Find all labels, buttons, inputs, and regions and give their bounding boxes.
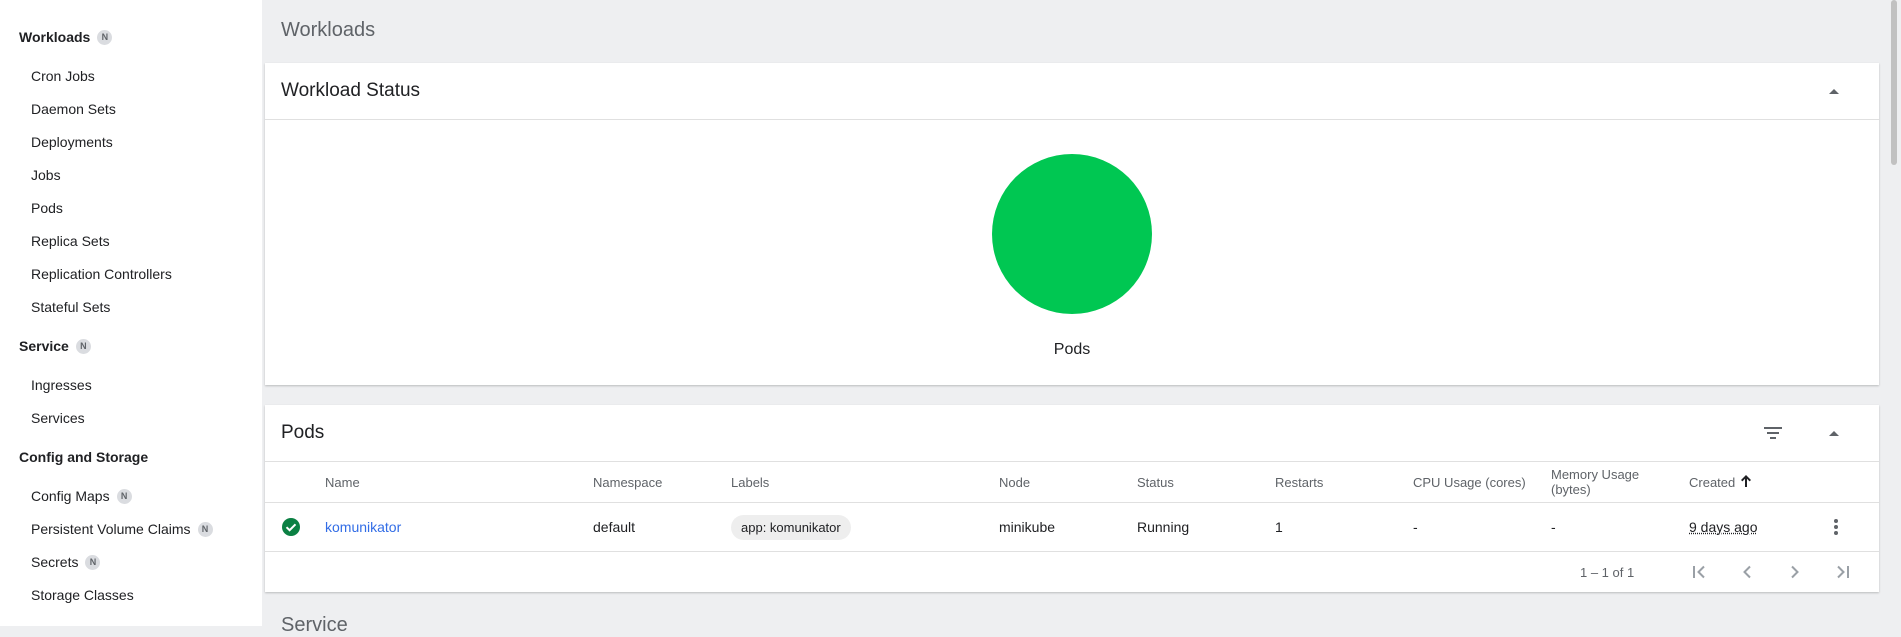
column-header-cpu[interactable]: CPU Usage (cores) <box>1413 462 1526 502</box>
sidebar-item-label: Services <box>31 410 85 426</box>
paginator: 1 – 1 of 1 <box>265 552 1879 592</box>
page-scrollbar[interactable] <box>1887 0 1901 626</box>
card-header: Pods <box>265 405 1879 462</box>
sidebar-item-secrets[interactable]: Secrets N <box>31 554 101 570</box>
sidebar-item-label: Secrets <box>31 554 79 570</box>
nav-section-label: Config and Storage <box>19 449 149 465</box>
pod-status: Running <box>1137 519 1190 535</box>
sidebar-item-cron-jobs[interactable]: Cron Jobs <box>31 68 95 84</box>
pod-label-chip-wrap: app: komunikator <box>731 503 851 551</box>
namespaced-badge: N <box>97 29 113 45</box>
pod-restarts: 1 <box>1275 519 1283 535</box>
sidebar: Workloads N Cron Jobs Daemon Sets Deploy… <box>0 0 262 626</box>
sidebar-item-label: Stateful Sets <box>31 299 111 315</box>
nav-section-workloads[interactable]: Workloads N <box>19 29 113 45</box>
namespaced-badge: N <box>75 338 91 354</box>
arrow-drop-up-icon[interactable] <box>1820 77 1848 105</box>
more-vert-icon[interactable] <box>1834 503 1838 551</box>
sidebar-item-deployments[interactable]: Deployments <box>31 134 113 150</box>
scrollbar-thumb[interactable] <box>1891 0 1897 165</box>
pod-cpu: - <box>1413 519 1418 535</box>
pagination-range: 1 – 1 of 1 <box>1580 564 1635 580</box>
workload-status-card: Workload Status Pods <box>265 63 1879 385</box>
sidebar-item-config-maps[interactable]: Config Maps N <box>31 488 132 504</box>
first-page-icon[interactable] <box>1685 558 1713 586</box>
sidebar-item-services[interactable]: Services <box>31 410 85 426</box>
column-header-memory-line1: Memory Usage <box>1551 467 1640 482</box>
pod-namespace: default <box>593 519 636 535</box>
check-circle-icon <box>282 503 300 551</box>
column-header-restarts[interactable]: Restarts <box>1275 462 1323 502</box>
nav-section-label: Workloads <box>19 29 91 45</box>
filter-icon[interactable] <box>1759 419 1787 447</box>
namespaced-badge: N <box>197 521 213 537</box>
column-header-name[interactable]: Name <box>325 462 360 502</box>
pods-running-slice <box>992 154 1152 314</box>
column-header-namespace[interactable]: Namespace <box>593 462 662 502</box>
namespaced-badge: N <box>116 488 132 504</box>
arrow-upward-icon <box>1741 474 1752 490</box>
pod-memory: - <box>1551 519 1556 535</box>
column-header-labels: Labels <box>731 474 770 490</box>
column-header-memory-line2: (bytes) <box>1551 482 1591 497</box>
nav-section-config-and-storage[interactable]: Config and Storage <box>19 449 148 465</box>
sidebar-item-stateful-sets[interactable]: Stateful Sets <box>31 299 110 315</box>
sidebar-item-label: Persistent Volume Claims <box>31 521 191 537</box>
sidebar-item-daemon-sets[interactable]: Daemon Sets <box>31 101 116 117</box>
card-header: Workload Status <box>265 63 1879 120</box>
column-header-status[interactable]: Status <box>1137 462 1174 502</box>
sidebar-item-label: Config Maps <box>31 488 110 504</box>
sidebar-item-jobs[interactable]: Jobs <box>31 167 61 183</box>
sidebar-item-label: Deployments <box>31 134 113 150</box>
sidebar-item-storage-classes[interactable]: Storage Classes <box>31 587 134 603</box>
table-header: Name Namespace Labels Node Status Restar… <box>265 462 1879 503</box>
sidebar-item-replication-controllers[interactable]: Replication Controllers <box>31 266 172 282</box>
pods-card: Pods Name Namespace Labels Node Status R… <box>265 405 1879 592</box>
sidebar-item-ingresses[interactable]: Ingresses <box>31 377 92 393</box>
namespaced-badge: N <box>85 554 101 570</box>
sidebar-item-pods[interactable]: Pods <box>31 200 63 216</box>
pod-name-link[interactable]: komunikator <box>325 503 401 551</box>
sidebar-item-label: Storage Classes <box>31 587 134 603</box>
sidebar-item-label: Cron Jobs <box>31 68 95 84</box>
label-chip: app: komunikator <box>731 514 851 540</box>
card-title: Pods <box>281 422 325 443</box>
sidebar-item-label: Replica Sets <box>31 233 110 249</box>
column-header-created[interactable]: Created <box>1689 462 1752 502</box>
column-header-memory[interactable]: Memory Usage (bytes) <box>1551 462 1639 502</box>
sidebar-item-label: Pods <box>31 200 63 216</box>
pod-created: 9 days ago <box>1689 519 1758 535</box>
next-page-icon[interactable] <box>1781 558 1809 586</box>
chart-label: Pods <box>1053 341 1091 358</box>
sidebar-item-replica-sets[interactable]: Replica Sets <box>31 233 110 249</box>
nav-section-service[interactable]: Service N <box>19 338 91 354</box>
sidebar-item-label: Replication Controllers <box>31 266 172 282</box>
page-title: Workloads <box>281 19 376 41</box>
sidebar-item-label: Daemon Sets <box>31 101 116 117</box>
column-header-node[interactable]: Node <box>999 462 1030 502</box>
nav-section-label: Service <box>19 338 69 354</box>
sidebar-item-label: Jobs <box>31 167 61 183</box>
sidebar-item-label: Ingresses <box>31 377 92 393</box>
last-page-icon[interactable] <box>1829 558 1857 586</box>
pod-node: minikube <box>999 519 1056 535</box>
pods-status-chart <box>991 153 1153 315</box>
column-header-created-label: Created <box>1689 474 1736 490</box>
sidebar-item-persistent-volume-claims[interactable]: Persistent Volume Claims N <box>31 521 213 537</box>
table-row: komunikator default app: komunikator min… <box>265 503 1879 552</box>
arrow-drop-up-icon[interactable] <box>1820 419 1848 447</box>
previous-page-icon[interactable] <box>1733 558 1761 586</box>
card-title: Workload Status <box>281 80 421 101</box>
